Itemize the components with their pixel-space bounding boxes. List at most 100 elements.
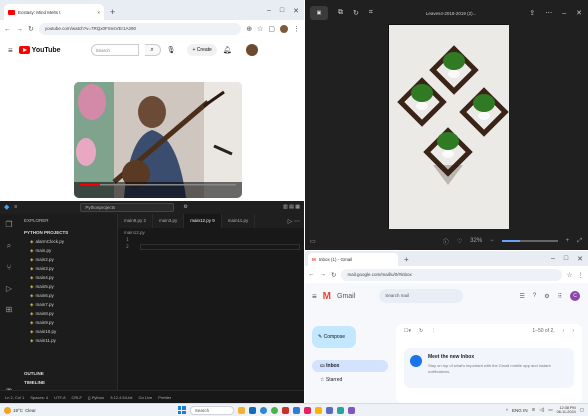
weather-widget[interactable]: 19°C Clear: [4, 406, 36, 414]
vscode-icon[interactable]: [292, 406, 300, 414]
notification-icon[interactable]: ▢: [580, 407, 584, 413]
file-item[interactable]: ◈ main7.py: [18, 300, 117, 309]
filter-icon[interactable]: ☰: [519, 293, 524, 300]
back-icon[interactable]: ←: [308, 271, 315, 278]
tab-close-icon[interactable]: ×: [97, 10, 100, 15]
status-item[interactable]: UTF-8: [54, 395, 65, 400]
viewer-menu-button[interactable]: ▣: [310, 6, 328, 20]
layout-icon[interactable]: ▥ ▤ ▦: [283, 204, 300, 210]
close-icon[interactable]: ✕: [293, 7, 299, 15]
code-area[interactable]: 1 2: [118, 238, 304, 388]
forward-icon[interactable]: →: [16, 26, 23, 33]
file-item[interactable]: ◈ main11.py: [18, 336, 117, 345]
status-item[interactable]: {} Python: [88, 395, 104, 400]
compose-button[interactable]: ✎ Compose: [312, 326, 356, 348]
zoom-slider[interactable]: [501, 240, 558, 242]
status-item[interactable]: CRLF: [72, 395, 82, 400]
file-item[interactable]: ◈ main.py: [18, 246, 117, 255]
heart-icon[interactable]: ♡: [457, 238, 462, 245]
editor-tab-active[interactable]: main12.py 9: [184, 214, 222, 228]
file-item[interactable]: ◈ main6.py: [18, 291, 117, 300]
file-item[interactable]: ◈ main5.py: [18, 282, 117, 291]
star-icon[interactable]: ☆: [257, 25, 263, 33]
app-icon[interactable]: [347, 406, 355, 414]
forward-icon[interactable]: →: [320, 271, 327, 278]
menu-icon[interactable]: ≡: [14, 204, 17, 210]
more-icon[interactable]: ⋯: [545, 9, 552, 17]
wifi-icon[interactable]: ≋: [532, 407, 536, 413]
browser-tab-youtube[interactable]: Ecstasy: Mind Melts t ×: [4, 4, 104, 20]
source-control-icon[interactable]: ⑂: [7, 263, 12, 272]
next-page-icon[interactable]: ›: [572, 328, 574, 334]
settings-gear-icon[interactable]: ⚙: [544, 293, 549, 300]
status-item[interactable]: Prettier: [158, 395, 171, 400]
select-checkbox[interactable]: ☐▾: [404, 328, 411, 334]
reload-icon[interactable]: ↻: [331, 271, 336, 279]
gmail-logo-icon[interactable]: M: [323, 291, 331, 302]
video-player[interactable]: [74, 82, 242, 198]
apps-icon[interactable]: ⠿: [558, 293, 562, 300]
back-icon[interactable]: ←: [4, 26, 11, 33]
app-icon[interactable]: [281, 406, 289, 414]
address-bar[interactable]: mail.google.com/mail/u/0/#inbox: [341, 268, 562, 281]
hamburger-icon[interactable]: ≡: [8, 46, 13, 55]
avatar[interactable]: [245, 44, 258, 56]
editor-tab[interactable]: main11.py: [222, 214, 256, 228]
address-bar[interactable]: youtube.com/watch?v=7RQx0FSnsVEr1A290: [38, 23, 242, 35]
app-icon[interactable]: [325, 406, 333, 414]
zoom-level[interactable]: 32%: [470, 238, 482, 244]
file-explorer-icon[interactable]: [237, 406, 245, 414]
reload-icon[interactable]: ↻: [28, 25, 34, 33]
info-icon[interactable]: ⓘ: [443, 237, 449, 246]
notifications-icon[interactable]: 🔔︎: [223, 46, 232, 54]
refresh-icon[interactable]: ↻: [419, 328, 423, 334]
displayed-photo[interactable]: [388, 24, 509, 229]
file-item[interactable]: ◈ main9.py: [18, 318, 117, 327]
command-center-search[interactable]: Pythonprojects: [80, 202, 175, 212]
clock[interactable]: 12:38 PM 06-11-2024: [557, 406, 576, 415]
file-item[interactable]: ◈ alarmClock.py: [18, 237, 117, 246]
nav-item-starred[interactable]: ☆ Starred: [312, 374, 388, 386]
language-indicator[interactable]: ENG IN: [512, 408, 528, 413]
file-item[interactable]: ◈ main8.py: [18, 309, 117, 318]
run-debug-icon[interactable]: ▷: [6, 284, 12, 293]
star-icon[interactable]: ☆: [567, 271, 573, 279]
outline-section[interactable]: OUTLINE: [18, 369, 50, 378]
browser-tab-gmail[interactable]: M Inbox (1) - Gmail: [308, 253, 398, 266]
microphone-icon[interactable]: 🎙︎: [167, 46, 176, 54]
filmstrip-icon[interactable]: ▭: [310, 238, 316, 245]
search-icon[interactable]: ⌕: [144, 44, 161, 56]
edit-icon[interactable]: ⧉: [338, 9, 343, 17]
nav-item-inbox[interactable]: ▭ Inbox: [312, 360, 388, 372]
status-item[interactable]: Go Live: [138, 395, 152, 400]
menu-icon[interactable]: ⋮: [293, 25, 300, 33]
app-icon[interactable]: [336, 406, 344, 414]
file-item[interactable]: ◈ main2.py: [18, 255, 117, 264]
app-icon[interactable]: [314, 406, 322, 414]
maximize-icon[interactable]: □: [564, 255, 568, 263]
search-icon[interactable]: ⌕: [7, 241, 11, 251]
zoom-in-icon[interactable]: +: [566, 238, 570, 244]
youtube-logo[interactable]: YouTube: [18, 46, 61, 54]
edge-icon[interactable]: [259, 406, 267, 414]
chrome-icon[interactable]: [270, 406, 278, 414]
extensions-icon[interactable]: ⊞: [6, 305, 13, 314]
new-tab-button[interactable]: +: [404, 255, 409, 264]
explorer-icon[interactable]: ❐: [5, 220, 12, 229]
profile-icon[interactable]: [280, 25, 288, 33]
create-button[interactable]: + Create: [187, 44, 217, 56]
status-item[interactable]: Ln 2, Col 1: [5, 395, 24, 400]
taskbar-search[interactable]: Search: [189, 405, 234, 415]
battery-icon[interactable]: ▭: [548, 407, 552, 413]
task-view-icon[interactable]: [248, 406, 256, 414]
file-item[interactable]: ◈ main10.py: [18, 327, 117, 336]
help-icon[interactable]: ?: [533, 293, 536, 299]
promo-card[interactable]: Meet the new Inbox Stay on top of what's…: [404, 348, 574, 388]
volume-icon[interactable]: ◁): [539, 407, 544, 413]
file-item[interactable]: ◈ main3.py: [18, 264, 117, 273]
youtube-search-input[interactable]: Search: [90, 44, 139, 56]
copilot-icon[interactable]: ⚙: [183, 204, 187, 210]
status-item[interactable]: 3.12.4 64-bit: [110, 395, 132, 400]
more-icon[interactable]: ⋮: [431, 328, 436, 334]
minimize-icon[interactable]: –: [562, 10, 566, 17]
